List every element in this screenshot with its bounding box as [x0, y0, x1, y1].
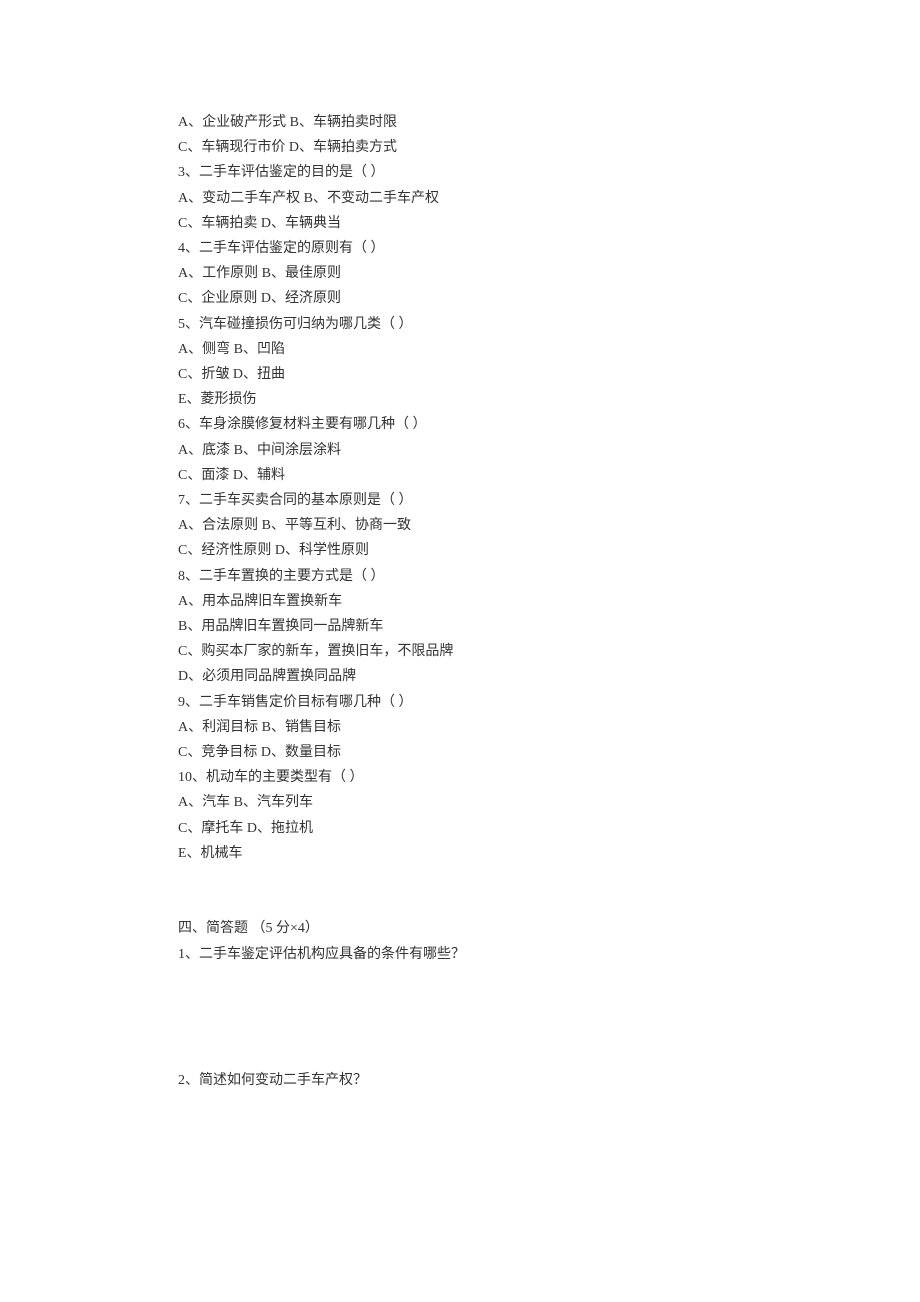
q7-options-ab: A、合法原则 B、平等互利、协商一致: [178, 513, 742, 538]
q10-options-cd: C、摩托车 D、拖拉机: [178, 816, 742, 841]
q6-options-ab: A、底漆 B、中间涂层涂料: [178, 438, 742, 463]
q4-options-ab: A、工作原则 B、最佳原则: [178, 261, 742, 286]
answer-space-1: [178, 967, 742, 1068]
q5-options-cd: C、折皱 D、扭曲: [178, 362, 742, 387]
q10-stem: 10、机动车的主要类型有（ ）: [178, 765, 742, 790]
q5-options-e: E、菱形损伤: [178, 387, 742, 412]
q10-options-e: E、机械车: [178, 841, 742, 866]
q9-stem: 9、二手车销售定价目标有哪几种（ ）: [178, 690, 742, 715]
q2-options-ab: A、企业破产形式 B、车辆拍卖时限: [178, 110, 742, 135]
q7-options-cd: C、经济性原则 D、科学性原则: [178, 538, 742, 563]
q6-options-cd: C、面漆 D、辅料: [178, 463, 742, 488]
q8-option-b: B、用品牌旧车置换同一品牌新车: [178, 614, 742, 639]
q7-stem: 7、二手车买卖合同的基本原则是（ ）: [178, 488, 742, 513]
q9-options-ab: A、利润目标 B、销售目标: [178, 715, 742, 740]
q10-options-ab: A、汽车 B、汽车列车: [178, 790, 742, 815]
section4-q2: 2、简述如何变动二手车产权？: [178, 1068, 742, 1093]
q5-options-ab: A、侧弯 B、凹陷: [178, 337, 742, 362]
q4-stem: 4、二手车评估鉴定的原则有（ ）: [178, 236, 742, 261]
document-page: A、企业破产形式 B、车辆拍卖时限 C、车辆现行市价 D、车辆拍卖方式 3、二手…: [0, 0, 920, 1302]
q9-options-cd: C、竞争目标 D、数量目标: [178, 740, 742, 765]
section-spacer: [178, 866, 742, 916]
section4-q1: 1、二手车鉴定评估机构应具备的条件有哪些？: [178, 942, 742, 967]
q6-stem: 6、车身涂膜修复材料主要有哪几种（ ）: [178, 412, 742, 437]
q3-options-cd: C、车辆拍卖 D、车辆典当: [178, 211, 742, 236]
q3-options-ab: A、变动二手车产权 B、不变动二手车产权: [178, 186, 742, 211]
q8-option-d: D、必须用同品牌置换同品牌: [178, 664, 742, 689]
q8-stem: 8、二手车置换的主要方式是（ ）: [178, 564, 742, 589]
q5-stem: 5、汽车碰撞损伤可归纳为哪几类（ ）: [178, 312, 742, 337]
q8-option-a: A、用本品牌旧车置换新车: [178, 589, 742, 614]
section4-heading: 四、简答题 （5 分×4）: [178, 916, 742, 941]
q3-stem: 3、二手车评估鉴定的目的是（ ）: [178, 160, 742, 185]
q8-option-c: C、购买本厂家的新车，置换旧车，不限品牌: [178, 639, 742, 664]
q4-options-cd: C、企业原则 D、经济原则: [178, 286, 742, 311]
q2-options-cd: C、车辆现行市价 D、车辆拍卖方式: [178, 135, 742, 160]
